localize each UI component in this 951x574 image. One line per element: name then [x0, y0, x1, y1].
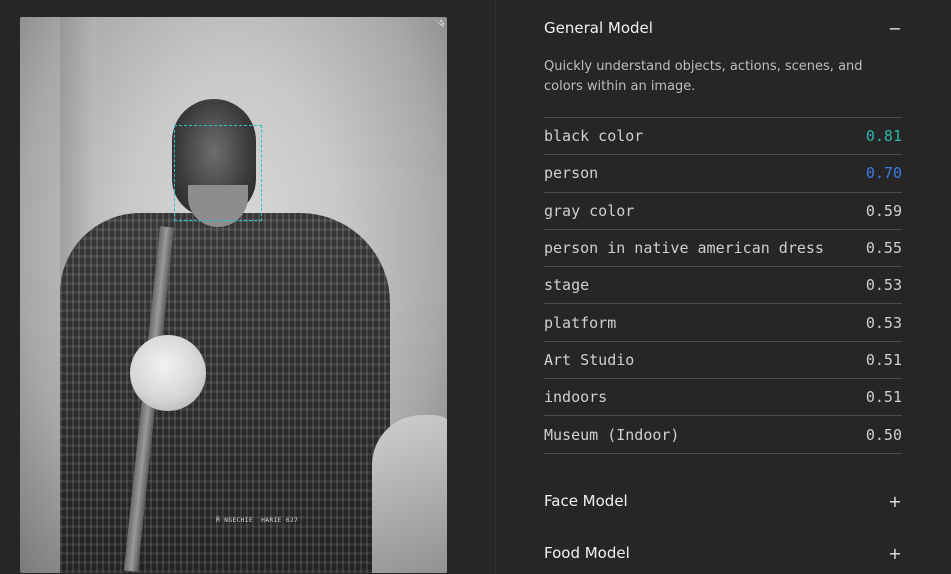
model-results-panel: General Model − Quickly understand objec…: [496, 0, 951, 574]
photo-rock: [372, 415, 447, 573]
collapse-icon[interactable]: −: [888, 19, 902, 38]
result-row: Art Studio 0.51: [544, 342, 902, 380]
general-model-description: Quickly understand objects, actions, sce…: [544, 59, 863, 94]
general-model-title: General Model: [544, 19, 653, 37]
result-score: 0.55: [865, 239, 902, 258]
result-label: indoors: [544, 388, 608, 407]
result-label: Museum (Indoor): [544, 425, 680, 444]
result-row: person in native american dress 0.55: [544, 230, 902, 268]
expand-icon[interactable]: +: [888, 492, 902, 511]
result-row: gray color 0.59: [544, 193, 902, 230]
result-label: person: [544, 164, 599, 183]
result-label: stage: [544, 276, 590, 295]
result-row: indoors 0.51: [544, 379, 902, 417]
face-model-title: Face Model: [544, 492, 628, 510]
result-label: gray color: [544, 201, 635, 220]
result-label: platform: [544, 313, 617, 332]
result-score: 0.70: [865, 164, 902, 183]
face-detection-box[interactable]: [174, 125, 262, 221]
result-score: 0.50: [865, 425, 902, 444]
result-label: black color: [544, 127, 644, 146]
result-row: person 0.70: [544, 155, 902, 193]
result-score: 0.53: [865, 313, 902, 332]
result-row: Museum (Indoor) 0.50: [544, 416, 902, 454]
food-model-title: Food Model: [544, 544, 630, 562]
result-label: person in native american dress: [544, 239, 824, 258]
photo-tassel: [130, 335, 206, 411]
concept-results-list: black color 0.81 person 0.70 gray color 0.59 p…: [544, 117, 902, 454]
result-row: stage 0.53: [544, 267, 902, 305]
result-row: black color 0.81: [544, 118, 902, 156]
result-score: 0.81: [865, 127, 902, 146]
face-model-header[interactable]: Face Model +: [544, 489, 902, 513]
food-model-header[interactable]: Food Model +: [544, 541, 902, 565]
expand-icon[interactable]: +: [888, 544, 902, 563]
result-score: 0.53: [865, 276, 902, 295]
result-score: 0.59: [865, 201, 902, 220]
general-model-header[interactable]: General Model −: [544, 16, 902, 40]
result-row: platform 0.53: [544, 304, 902, 342]
result-score: 0.51: [865, 350, 902, 369]
photo-corner-label: ..TA: [433, 17, 446, 29]
photo-caption: M̂ NGECHIE HARIE 627: [216, 517, 299, 524]
result-label: Art Studio: [544, 350, 635, 369]
image-panel: M̂ NGECHIE HARIE 627 ..TA: [0, 0, 495, 574]
analyzed-photo: M̂ NGECHIE HARIE 627 ..TA: [20, 17, 447, 573]
result-score: 0.51: [865, 388, 902, 407]
